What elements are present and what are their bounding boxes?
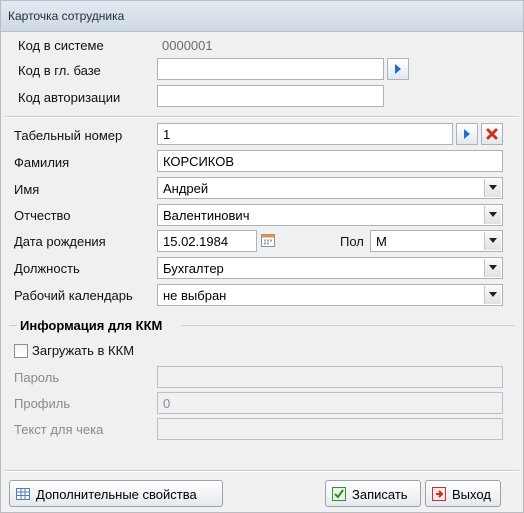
- footer-divider: [5, 470, 519, 472]
- patronymic-value: Валентинович: [163, 208, 250, 223]
- calendar-label: Рабочий календарь: [14, 288, 133, 303]
- receipt-text-field[interactable]: [157, 418, 503, 440]
- main-db-code-label: Код в гл. базе: [18, 63, 101, 78]
- calendar-button[interactable]: [259, 231, 277, 249]
- extra-properties-button[interactable]: Дополнительные свойства: [9, 480, 223, 507]
- calendar-icon: [261, 234, 275, 247]
- patronymic-select[interactable]: Валентинович: [157, 204, 503, 226]
- tab-number-clear-button[interactable]: [481, 123, 503, 145]
- sex-value: М: [376, 234, 387, 249]
- kkm-group-title: Информация для ККМ: [20, 318, 163, 333]
- work-calendar-value: не выбран: [163, 288, 227, 303]
- triangle-right-icon: [395, 64, 401, 74]
- birth-date-field[interactable]: 15.02.1984: [157, 230, 257, 252]
- first-name-select[interactable]: Андрей: [157, 177, 503, 199]
- birth-date-label: Дата рождения: [14, 234, 106, 249]
- section-divider: [5, 116, 519, 118]
- group-line-right: [181, 325, 515, 326]
- system-code-value: 0000001: [162, 38, 213, 53]
- auth-code-label: Код авторизации: [18, 90, 121, 105]
- main-db-code-field[interactable]: [157, 58, 384, 80]
- sex-label: Пол: [340, 234, 364, 249]
- exit-label: Выход: [452, 487, 491, 502]
- save-button[interactable]: Записать: [325, 480, 421, 507]
- patronymic-label: Отчество: [14, 208, 71, 223]
- first-name-value: Андрей: [163, 181, 209, 196]
- exit-button[interactable]: Выход: [425, 480, 501, 507]
- position-select[interactable]: Бухгалтер: [157, 257, 503, 279]
- chevron-down-icon: [489, 212, 497, 217]
- password-label: Пароль: [14, 370, 60, 385]
- profile-field[interactable]: 0: [157, 392, 503, 414]
- last-name-field[interactable]: КОРСИКОВ: [157, 150, 503, 172]
- triangle-right-icon: [464, 129, 470, 139]
- main-db-select-button[interactable]: [387, 58, 409, 80]
- receipt-text-label: Текст для чека: [14, 422, 104, 437]
- grid-icon: [16, 488, 30, 500]
- last-name-label: Фамилия: [14, 155, 70, 170]
- chevron-down-icon: [489, 292, 497, 297]
- position-value: Бухгалтер: [163, 261, 224, 276]
- title-bar[interactable]: Карточка сотрудника: [1, 1, 523, 32]
- window-title: Карточка сотрудника: [8, 9, 125, 23]
- group-line-left: [9, 325, 17, 326]
- system-code-label: Код в системе: [18, 38, 104, 53]
- tab-number-field[interactable]: 1: [157, 123, 453, 145]
- dropdown-button[interactable]: [484, 232, 501, 250]
- employee-card-window: Карточка сотрудника Код в системе 000000…: [0, 0, 524, 513]
- sex-select[interactable]: М: [370, 230, 503, 252]
- tab-number-label: Табельный номер: [14, 128, 123, 143]
- chevron-down-icon: [489, 185, 497, 190]
- load-to-kkm-label[interactable]: Загружать в ККМ: [32, 343, 134, 358]
- first-name-label: Имя: [14, 182, 40, 197]
- dropdown-button[interactable]: [484, 179, 501, 197]
- save-label: Записать: [352, 487, 408, 502]
- clear-x-icon: [486, 128, 498, 140]
- dropdown-button[interactable]: [484, 259, 501, 277]
- dropdown-button[interactable]: [484, 286, 501, 304]
- load-to-kkm-checkbox[interactable]: [14, 344, 28, 358]
- position-label: Должность: [14, 261, 80, 276]
- dropdown-button[interactable]: [484, 206, 501, 224]
- exit-icon: [432, 487, 446, 501]
- profile-label: Профиль: [14, 396, 71, 411]
- work-calendar-select[interactable]: не выбран: [157, 284, 503, 306]
- extra-properties-label: Дополнительные свойства: [36, 487, 197, 502]
- chevron-down-icon: [489, 265, 497, 270]
- chevron-down-icon: [489, 238, 497, 243]
- auth-code-field[interactable]: [157, 85, 384, 107]
- save-icon: [332, 487, 346, 501]
- tab-number-select-button[interactable]: [456, 123, 478, 145]
- password-field[interactable]: [157, 366, 503, 388]
